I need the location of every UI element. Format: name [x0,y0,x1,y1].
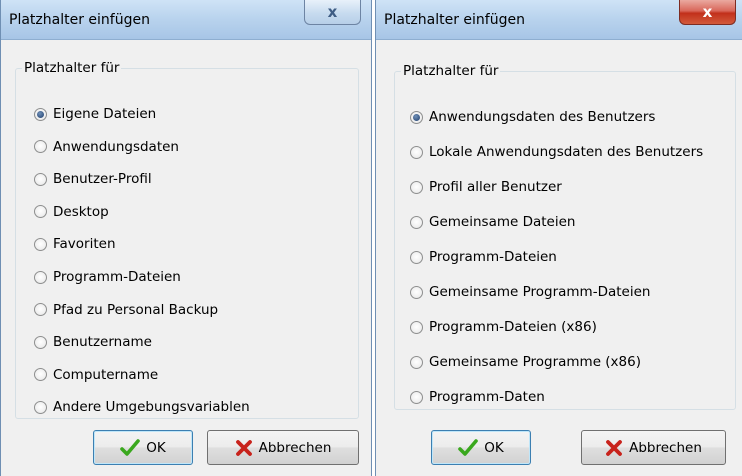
radio-label: Lokale Anwendungsdaten des Benutzers [429,144,704,160]
radio-label: Andere Umgebungsvariablen [53,399,250,416]
radio-dot-icon [37,110,44,118]
radio-option[interactable]: Eigene Dateien [34,104,156,124]
radio-button[interactable] [34,140,47,154]
group-label: Platzhalter für [24,60,120,76]
insert-placeholder-dialog-2: Platzhalter einfügen x Platzhalter für A… [375,0,742,476]
radio-option[interactable]: Programm-Dateien (x86) [410,317,597,337]
dialog-title: Platzhalter einfügen [9,12,150,28]
radio-label: Pfad zu Personal Backup [53,301,219,318]
radio-button[interactable] [34,303,47,317]
radio-dot-icon [413,113,420,121]
radio-button[interactable] [410,320,423,334]
cancel-button[interactable]: Abbrechen [581,430,726,465]
radio-option[interactable]: Gemeinsame Programm-Dateien [410,282,650,302]
radio-button[interactable] [34,368,47,382]
radio-label: Favoriten [53,236,116,253]
close-button[interactable]: x [679,0,736,25]
ok-button[interactable]: OK [431,430,531,465]
radio-button[interactable] [34,335,47,349]
radio-option[interactable]: Benutzer-Profil [34,169,152,189]
red-x-icon [605,439,623,457]
title-bar[interactable]: Platzhalter einfügen x [1,0,371,40]
radio-button[interactable] [410,250,423,264]
ok-label: OK [484,439,504,456]
placeholder-for-group: Platzhalter für Eigene Dateien Anwendungs… [15,60,359,419]
radio-button[interactable] [410,215,423,229]
radio-option[interactable]: Programm-Daten [410,387,545,407]
radio-button[interactable] [410,180,423,194]
radio-label: Benutzername [53,334,152,351]
radio-option[interactable]: Benutzername [34,332,152,352]
radio-label: Anwendungsdaten des Benutzers [429,109,656,125]
radio-button[interactable] [410,390,423,404]
radio-label: Eigene Dateien [53,106,157,122]
radio-label: Profil aller Benutzer [429,179,562,195]
radio-label: Gemeinsame Programm-Dateien [429,284,651,300]
group-label: Platzhalter für [403,63,499,79]
radio-button[interactable] [410,355,423,369]
radio-option[interactable]: Programm-Dateien [410,247,557,267]
ok-label: OK [146,439,166,456]
radio-label: Desktop [53,203,109,220]
radio-button[interactable] [34,270,47,284]
insert-placeholder-dialog-1: Platzhalter einfügen x Platzhalter für E… [0,0,372,476]
red-x-icon [235,439,253,457]
radio-label: Benutzer-Profil [53,171,152,188]
radio-label: Programm-Dateien (x86) [429,319,597,335]
close-button[interactable]: x [304,0,361,25]
cancel-label: Abbrechen [629,439,702,456]
radio-option[interactable]: Anwendungsdaten [34,137,179,157]
radio-label: Programm-Dateien [429,249,557,265]
radio-option[interactable]: Pfad zu Personal Backup [34,300,218,320]
radio-option[interactable]: Computername [34,365,158,385]
radio-option[interactable]: Gemeinsame Dateien [410,212,575,232]
radio-option[interactable]: Favoriten [34,234,116,254]
close-icon: x [327,3,338,21]
radio-button[interactable] [34,172,47,186]
radio-option[interactable]: Anwendungsdaten des Benutzers [410,107,655,127]
title-bar[interactable]: Platzhalter einfügen x [376,0,742,40]
radio-label: Anwendungsdaten [53,138,179,155]
close-icon: x [702,3,713,21]
radio-button[interactable] [410,145,423,159]
cancel-label: Abbrechen [258,439,332,456]
radio-option[interactable]: Andere Umgebungsvariablen [34,397,250,417]
radio-option[interactable]: Gemeinsame Programme (x86) [410,352,641,372]
green-check-icon [120,438,141,457]
radio-button-selected[interactable] [410,110,423,124]
ok-button[interactable]: OK [93,430,193,465]
radio-option[interactable]: Lokale Anwendungsdaten des Benutzers [410,142,703,162]
radio-label: Gemeinsame Programme (x86) [429,354,641,370]
cancel-button[interactable]: Abbrechen [207,430,359,465]
radio-button[interactable] [34,237,47,251]
radio-option[interactable]: Desktop [34,202,109,222]
radio-button[interactable] [410,285,423,299]
placeholder-for-group: Platzhalter für Anwendungsdaten des Benu… [394,63,736,410]
radio-label: Computername [53,366,159,383]
radio-button[interactable] [34,400,47,414]
green-check-icon [458,438,479,457]
dialog-title: Platzhalter einfügen [384,12,525,28]
radio-button-selected[interactable] [34,107,47,121]
radio-option[interactable]: Programm-Dateien [34,267,181,287]
radio-label: Programm-Dateien [53,269,181,285]
radio-button[interactable] [34,205,47,219]
radio-label: Programm-Daten [429,389,545,405]
radio-label: Gemeinsame Dateien [429,214,576,230]
radio-option[interactable]: Profil aller Benutzer [410,177,562,197]
